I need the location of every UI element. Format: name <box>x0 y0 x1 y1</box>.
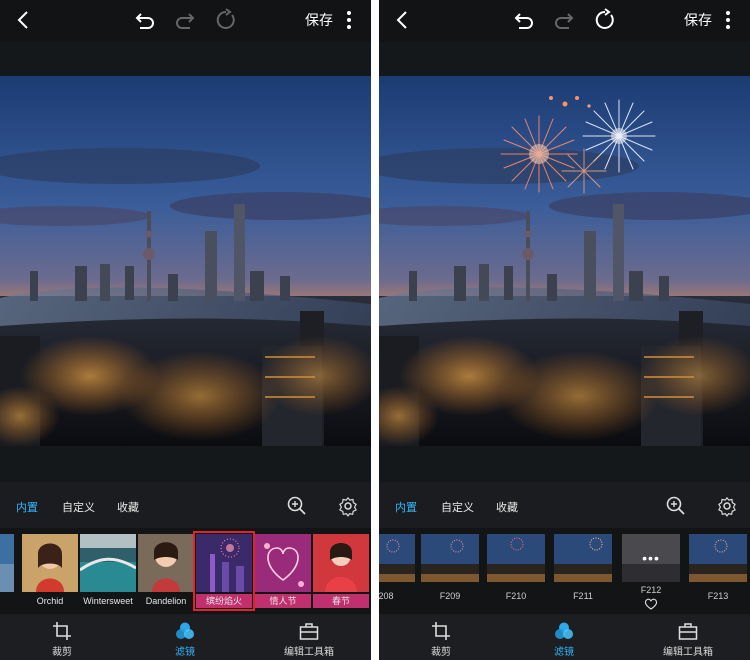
city-photo-fireworks <box>379 76 750 446</box>
filter-preview <box>0 534 14 592</box>
filter-thumb-dandelion[interactable]: Dandelion <box>138 534 194 608</box>
filter-thumb-spring-festival[interactable]: 春节 <box>313 534 369 608</box>
filter-preview <box>487 534 545 582</box>
filter-label: 春节 <box>313 594 369 608</box>
filter-tabs: 内置 自定义 收藏 <box>0 482 371 528</box>
toolbox-icon <box>299 623 319 640</box>
nav-crop[interactable]: 裁剪 <box>419 614 463 660</box>
nav-filter[interactable]: 滤镜 <box>163 614 207 660</box>
filter-thumb-f211[interactable]: F211 <box>554 534 612 608</box>
photo-canvas[interactable] <box>0 42 371 482</box>
reset-icon[interactable] <box>591 6 619 34</box>
filter-strip: 208 F209 F210 F211 ••• F212 F213 <box>379 528 750 614</box>
tab-custom[interactable]: 自定义 <box>62 499 95 515</box>
nav-filter[interactable]: 滤镜 <box>542 614 586 660</box>
filter-preview <box>379 534 415 582</box>
more-icon[interactable] <box>335 6 363 34</box>
back-icon[interactable] <box>10 6 38 34</box>
filter-preview <box>554 534 612 582</box>
gear-icon[interactable] <box>716 495 738 517</box>
tab-builtin[interactable]: 内置 <box>16 499 38 515</box>
filter-label: F209 <box>439 591 461 601</box>
more-icon[interactable] <box>714 6 742 34</box>
filter-label: Orchid <box>36 596 64 606</box>
back-icon[interactable] <box>389 6 417 34</box>
reset-icon[interactable] <box>212 6 240 34</box>
filter-preview <box>313 534 369 592</box>
redo-icon[interactable] <box>172 6 200 34</box>
filter-thumb-fireworks[interactable]: 缤纷焰火 <box>193 531 255 611</box>
tab-custom[interactable]: 自定义 <box>441 499 474 515</box>
filter-thumb-208[interactable]: 208 <box>379 534 415 608</box>
filter-thumb-f209[interactable]: F209 <box>421 534 479 608</box>
tab-favorites[interactable]: 收藏 <box>117 499 139 515</box>
filter-thumb-f212[interactable]: ••• F212 <box>622 534 680 610</box>
redo-icon[interactable] <box>551 6 579 34</box>
filter-preview <box>80 534 136 592</box>
filter-label: F210 <box>505 591 527 601</box>
undo-icon[interactable] <box>509 6 537 34</box>
bottom-nav: 裁剪 滤镜 编辑工具箱 <box>379 614 750 660</box>
filter-icon <box>176 622 194 639</box>
more-options-icon[interactable]: ••• <box>622 550 680 566</box>
filter-preview <box>421 534 479 582</box>
filter-label: 208 <box>379 591 394 601</box>
filter-thumb-f213[interactable]: F213 <box>689 534 747 608</box>
top-bar: 保存 <box>379 0 750 42</box>
filter-preview <box>689 534 747 582</box>
filter-label: Dandelion <box>145 596 187 606</box>
zoom-in-icon[interactable] <box>286 495 308 517</box>
heart-icon[interactable] <box>644 598 658 610</box>
filter-thumb-orchid[interactable]: Orchid <box>22 534 78 608</box>
filter-label: 情人节 <box>255 594 311 608</box>
nav-crop[interactable]: 裁剪 <box>40 614 84 660</box>
crop-icon <box>53 622 71 640</box>
right-screen: 保存 内置 自定义 收藏 208 F209 F210 F211 ••• F212… <box>379 0 750 660</box>
crop-icon <box>432 622 450 640</box>
filter-label: 缤纷焰火 <box>196 594 252 608</box>
city-photo <box>0 76 371 446</box>
gear-icon[interactable] <box>337 495 359 517</box>
filter-strip: Orchid Wintersweet Dandelion 缤纷焰火 情人节 春节 <box>0 528 371 614</box>
filter-preview <box>22 534 78 592</box>
filter-thumb-valentine[interactable]: 情人节 <box>255 534 311 608</box>
zoom-in-icon[interactable] <box>665 495 687 517</box>
bottom-nav: 裁剪 滤镜 编辑工具箱 <box>0 614 371 660</box>
filter-label: F211 <box>573 591 593 601</box>
nav-toolbox[interactable]: 编辑工具箱 <box>651 614 725 660</box>
filter-preview <box>138 534 194 592</box>
photo-canvas[interactable] <box>379 42 750 482</box>
filter-preview <box>196 534 252 592</box>
left-screen: 保存 内置 自定义 收藏 Orchid Wintersweet Dandelio… <box>0 0 371 660</box>
filter-thumb-f210[interactable]: F210 <box>487 534 545 608</box>
filter-preview <box>255 534 311 592</box>
filter-tabs: 内置 自定义 收藏 <box>379 482 750 528</box>
tab-favorites[interactable]: 收藏 <box>496 499 518 515</box>
filter-label: Wintersweet <box>83 596 133 606</box>
nav-toolbox[interactable]: 编辑工具箱 <box>272 614 346 660</box>
tab-builtin[interactable]: 内置 <box>395 499 417 515</box>
filter-label: F212 <box>640 585 662 595</box>
toolbox-icon <box>678 623 698 640</box>
filter-label <box>0 594 14 608</box>
filter-icon <box>555 622 573 639</box>
undo-icon[interactable] <box>130 6 158 34</box>
filter-thumb[interactable] <box>0 534 14 608</box>
filter-thumb-wintersweet[interactable]: Wintersweet <box>80 534 136 608</box>
save-button[interactable]: 保存 <box>305 10 333 30</box>
save-button[interactable]: 保存 <box>684 10 712 30</box>
filter-label: F213 <box>707 591 729 601</box>
top-bar: 保存 <box>0 0 371 42</box>
